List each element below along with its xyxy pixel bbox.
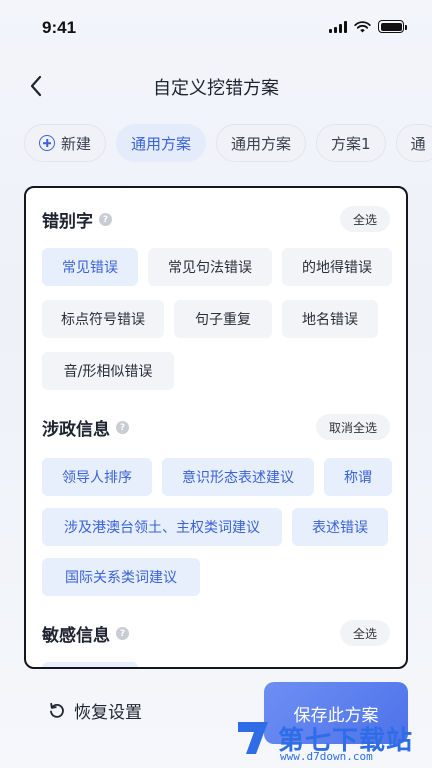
tab-scheme-1[interactable]: 方案1 [316,124,386,162]
chip-partially-visible[interactable] [42,662,138,667]
status-bar: 9:41 [0,0,432,56]
section-title: 涉政信息 ? [42,415,129,440]
select-all-button[interactable]: 全选 [339,206,390,232]
help-icon[interactable]: ? [99,213,112,226]
tab-label: 通用方案 [131,134,192,153]
chip-common-error[interactable]: 常见错误 [42,248,138,286]
chip-international-relations[interactable]: 国际关系类词建议 [42,558,200,596]
section-title-text: 错别字 [42,212,93,232]
watermark-url: www.d7down.com [280,750,373,763]
chip-territory-sovereignty[interactable]: 涉及港澳台领土、主权类词建议 [42,508,282,546]
select-all-button[interactable]: 全选 [339,620,390,646]
options-panel: 错别字 ? 全选 常见错误 常见句法错误 的地得错误 标点符号错误 句子重复 地… [24,186,408,669]
help-icon[interactable]: ? [116,421,129,434]
section-title-text: 敏感信息 [42,626,110,646]
tab-partial[interactable]: 通 [395,124,432,162]
reset-settings-button[interactable]: 恢复设置 [48,698,142,723]
chip-place-name-error[interactable]: 地名错误 [282,300,378,338]
watermark: 第七下载站 www.d7down.com [234,718,424,766]
deselect-all-button[interactable]: 取消全选 [315,414,390,440]
section-title: 错别字 ? [42,207,112,232]
chip-punctuation-error[interactable]: 标点符号错误 [42,300,164,338]
new-scheme-label: 新建 [61,134,92,153]
section-title-text: 涉政信息 [42,420,110,440]
section-title: 敏感信息 ? [42,621,129,646]
chip-leader-order[interactable]: 领导人排序 [42,458,152,496]
cellular-signal-icon [329,20,347,33]
chip-similar-char-error[interactable]: 音/形相似错误 [42,352,174,390]
new-scheme-button[interactable]: 新建 [24,124,107,162]
page-title: 自定义挖错方案 [153,78,279,99]
chip-sentence-repeat[interactable]: 句子重复 [174,300,272,338]
battery-icon [378,20,407,33]
watermark-logo-icon [238,722,268,754]
help-icon[interactable]: ? [116,627,129,640]
reset-icon [50,702,64,718]
section-typo: 错别字 ? 全选 常见错误 常见句法错误 的地得错误 标点符号错误 句子重复 地… [26,204,406,390]
section-sensitive: 敏感信息 ? 全选 [26,618,406,667]
tab-general-scheme[interactable]: 通用方案 [216,124,307,162]
wifi-icon [354,20,371,32]
chip-ideology-expression[interactable]: 意识形态表述建议 [162,458,314,496]
chip-syntax-error[interactable]: 常见句法错误 [148,248,272,286]
tab-label: 方案1 [331,134,371,153]
chip-expression-error[interactable]: 表述错误 [292,508,388,546]
section-political: 涉政信息 ? 取消全选 领导人排序 意识形态表述建议 称谓 涉及港澳台领土、主权… [26,412,406,596]
nav-bar: 自定义挖错方案 [0,64,432,108]
status-icons [329,20,407,33]
reset-label: 恢复设置 [74,703,142,723]
status-time: 9:41 [42,18,77,37]
tab-label: 通用方案 [231,134,292,153]
plus-circle-icon [39,135,55,151]
tab-general-scheme-selected[interactable]: 通用方案 [116,124,207,162]
tab-label: 通 [410,134,426,153]
scheme-tabs: 新建 通用方案 通用方案 方案1 通 [24,124,432,164]
chip-de-error[interactable]: 的地得错误 [282,248,392,286]
chip-title-address[interactable]: 称谓 [324,458,392,496]
